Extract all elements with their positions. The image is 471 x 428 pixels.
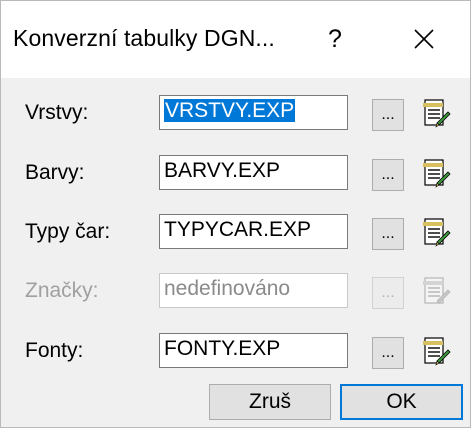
label-typy-car: Typy čar:: [25, 220, 111, 243]
edit-file-icon: [423, 277, 451, 304]
edit-file-icon[interactable]: [419, 157, 451, 189]
label-vrstvy: Vrstvy:: [25, 101, 89, 124]
dialog-title: Konverzní tabulky DGN...: [13, 25, 275, 51]
browse-button-vrstvy[interactable]: ...: [372, 99, 404, 131]
input-barvy[interactable]: BARVY.EXP: [159, 155, 348, 190]
dialog-window: Konverzní tabulky DGN... ? Vrstvy: VRSTV…: [0, 0, 471, 428]
browse-button-barvy[interactable]: ...: [372, 159, 404, 191]
cancel-button[interactable]: Zruš: [209, 384, 331, 420]
label-barvy: Barvy:: [25, 161, 85, 184]
title-bar[interactable]: Konverzní tabulky DGN... ?: [1, 1, 470, 78]
close-icon: [414, 29, 434, 49]
input-vrstvy[interactable]: VRSTVY.EXP: [159, 95, 348, 130]
input-fonty[interactable]: FONTY.EXP: [159, 333, 348, 368]
ok-button[interactable]: OK: [340, 384, 463, 420]
input-vrstvy-value: VRSTVY.EXP: [164, 99, 296, 122]
label-znacky: Značky:: [25, 279, 99, 302]
browse-button-znacky: ...: [372, 277, 404, 309]
label-fonty: Fonty:: [25, 339, 84, 362]
edit-file-icon[interactable]: [419, 216, 451, 248]
help-button[interactable]: ?: [306, 15, 364, 63]
close-button[interactable]: [387, 15, 461, 63]
edit-file-icon[interactable]: [419, 97, 451, 129]
edit-file-icon[interactable]: [419, 335, 451, 367]
input-typy-car[interactable]: TYPYCAR.EXP: [159, 214, 348, 249]
browse-button-typy-car[interactable]: ...: [372, 218, 404, 250]
input-znacky: nedefinováno: [159, 273, 348, 308]
browse-button-fonty[interactable]: ...: [372, 337, 404, 369]
